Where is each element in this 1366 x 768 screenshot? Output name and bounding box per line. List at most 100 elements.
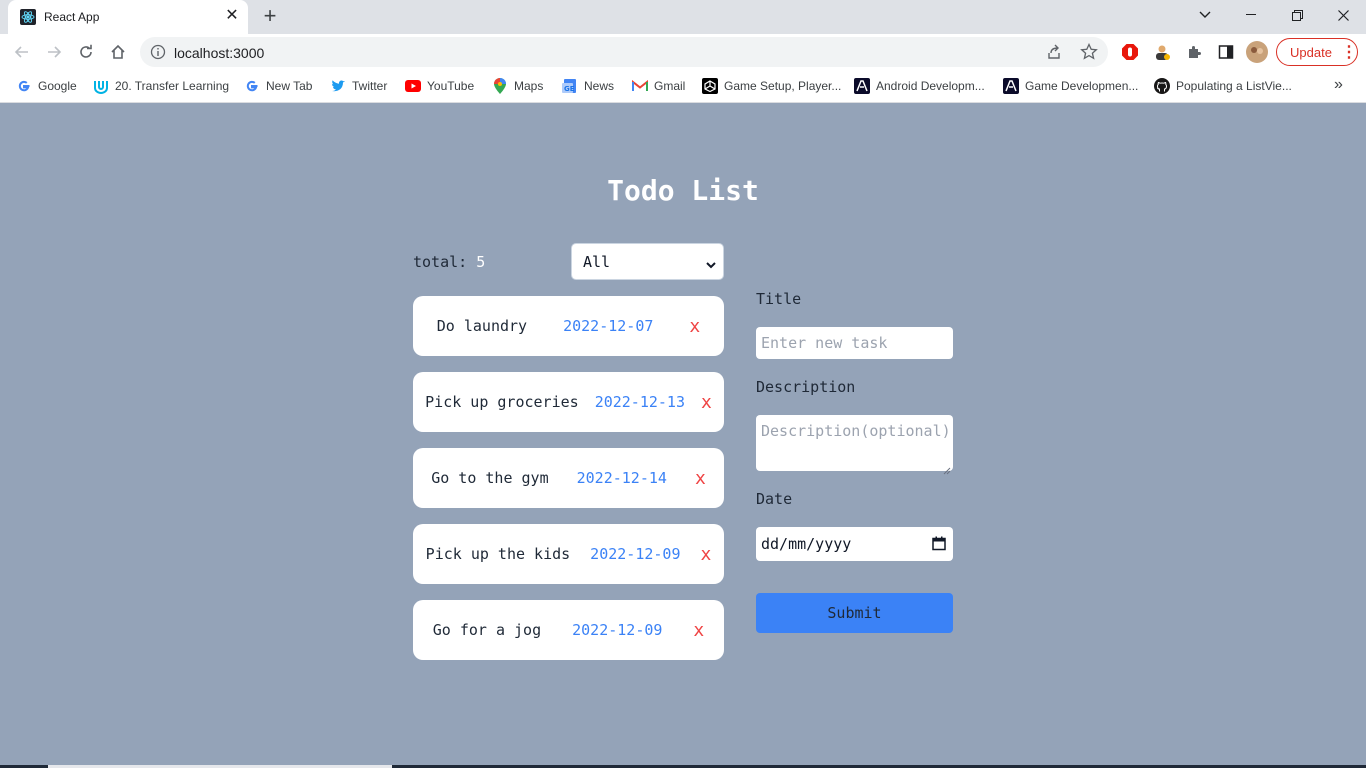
todo-date: 2022-12-09 (590, 545, 681, 563)
update-button[interactable]: Update ⋮ (1276, 38, 1358, 66)
bookmark-star-icon[interactable] (1080, 42, 1098, 66)
maps-icon (492, 78, 508, 94)
bookmark-label: Twitter (352, 79, 388, 93)
todo-item: Go to the gym 2022-12-14 x (413, 448, 724, 508)
address-bar[interactable]: localhost:3000 (140, 37, 1108, 67)
bookmark-label: Android Developm... (876, 79, 985, 93)
todo-title: Pick up the kids (425, 545, 571, 563)
bookmark-populating-listview[interactable]: Populating a ListVie... (1154, 77, 1292, 95)
back-arrow-icon[interactable] (10, 40, 34, 64)
close-window-icon[interactable] (1320, 0, 1366, 30)
reload-icon[interactable] (74, 40, 98, 64)
todo-title: Go to the gym (431, 469, 549, 487)
forward-arrow-icon[interactable] (42, 40, 66, 64)
github-icon (1154, 78, 1170, 94)
google-icon (244, 78, 260, 94)
svg-text:GE: GE (564, 85, 575, 93)
more-menu-icon: ⋮ (1341, 44, 1357, 61)
delete-todo-button[interactable]: x (689, 316, 700, 337)
adblock-extension-icon[interactable] (1120, 42, 1140, 62)
update-label: Update (1290, 45, 1332, 60)
total-label: total: (413, 253, 468, 271)
bookmark-label: Maps (514, 79, 544, 93)
title-placeholder: Enter new task (761, 334, 888, 352)
bookmark-android-dev[interactable]: Android Developm... (854, 77, 985, 95)
title-label: Title (756, 290, 802, 308)
todo-title: Pick up groceries (425, 393, 579, 411)
todo-date: 2022-12-14 (576, 469, 667, 487)
bookmark-google[interactable]: Google (16, 77, 77, 95)
todo-title: Go for a jog (432, 621, 542, 639)
bookmark-label: Game Developmen... (1025, 79, 1139, 93)
page-title: Todo List (607, 174, 759, 207)
google-icon (16, 78, 32, 94)
delete-todo-button[interactable]: x (701, 392, 712, 413)
description-textarea[interactable]: Description(optional) (756, 415, 953, 475)
minimize-icon[interactable] (1228, 0, 1274, 30)
delete-todo-button[interactable]: x (700, 544, 711, 565)
bookmark-twitter[interactable]: Twitter (330, 77, 387, 95)
calendar-icon[interactable] (932, 536, 946, 555)
bookmark-new-tab[interactable]: New Tab (244, 77, 312, 95)
bookmark-label: 20. Transfer Learning (115, 79, 230, 93)
todo-date: 2022-12-09 (572, 621, 663, 639)
resize-handle-icon[interactable] (943, 461, 951, 475)
total-count: total: 5 (413, 253, 485, 271)
date-input[interactable]: dd/mm/yyyy (756, 527, 953, 561)
todo-date: 2022-12-13 (594, 393, 685, 411)
share-icon[interactable] (1046, 44, 1062, 65)
bookmark-youtube[interactable]: YouTube (405, 77, 474, 95)
tab-strip: React App ✕ + (0, 0, 1366, 34)
site-info-icon[interactable] (150, 44, 166, 60)
date-label: Date (756, 490, 793, 508)
puzzle-extensions-icon[interactable] (1184, 42, 1204, 62)
react-icon (20, 9, 36, 25)
filter-selected-value: All (583, 253, 611, 271)
tab-react-app[interactable]: React App ✕ (8, 0, 248, 34)
submit-button[interactable]: Submit (756, 593, 953, 633)
bookmark-label: Game Setup, Player... (724, 79, 842, 93)
game-dev-icon (1003, 78, 1019, 94)
bookmark-label: Populating a ListVie... (1176, 79, 1292, 93)
tab-search-chevron-icon[interactable] (1182, 0, 1228, 30)
restore-icon[interactable] (1274, 0, 1320, 30)
chevron-down-icon (706, 255, 716, 273)
todo-item: Pick up the kids 2022-12-09 x (413, 524, 724, 584)
gmail-icon (632, 78, 648, 94)
news-icon: GE (562, 78, 578, 94)
new-tab-button[interactable]: + (258, 5, 282, 29)
description-label: Description (756, 378, 856, 396)
bookmarks-bar: Google 20. Transfer Learning New Tab Twi… (0, 70, 1366, 103)
bookmark-label: Google (38, 79, 77, 93)
title-input[interactable]: Enter new task (756, 327, 953, 359)
profile-avatar[interactable] (1246, 41, 1268, 63)
total-value: 5 (476, 253, 486, 271)
home-icon[interactable] (106, 40, 130, 64)
url-text[interactable]: localhost:3000 (174, 45, 264, 61)
delete-todo-button[interactable]: x (695, 468, 706, 489)
date-placeholder: dd/mm/yyyy (761, 535, 852, 553)
bookmark-label: YouTube (427, 79, 475, 93)
profile-extension-icon[interactable] (1152, 42, 1172, 62)
todo-title: Do laundry (436, 317, 528, 335)
bookmark-gmail[interactable]: Gmail (632, 77, 685, 95)
unity-icon (702, 78, 718, 94)
bookmark-game-setup[interactable]: Game Setup, Player... (702, 77, 841, 95)
todo-item: Do laundry 2022-12-07 x (413, 296, 724, 356)
bookmark-maps[interactable]: Maps (492, 77, 543, 95)
delete-todo-button[interactable]: x (693, 620, 704, 641)
todo-item: Pick up groceries 2022-12-13 x (413, 372, 724, 432)
bookmark-label: News (584, 79, 615, 93)
android-dev-icon (854, 78, 870, 94)
browser-toolbar: localhost:3000 Update ⋮ (0, 34, 1366, 70)
more-bookmarks-chevron-icon[interactable]: » (1334, 76, 1343, 94)
filter-select[interactable]: All (571, 243, 724, 280)
twitter-icon (330, 78, 346, 94)
bookmark-news[interactable]: GE News (562, 77, 614, 95)
todo-date: 2022-12-07 (563, 317, 654, 335)
bookmark-label: New Tab (266, 79, 313, 93)
bookmark-transfer-learning[interactable]: 20. Transfer Learning (93, 77, 229, 95)
bookmark-game-dev[interactable]: Game Developmen... (1003, 77, 1138, 95)
tab-close-icon[interactable]: ✕ (224, 8, 240, 24)
side-panel-icon[interactable] (1216, 42, 1236, 62)
